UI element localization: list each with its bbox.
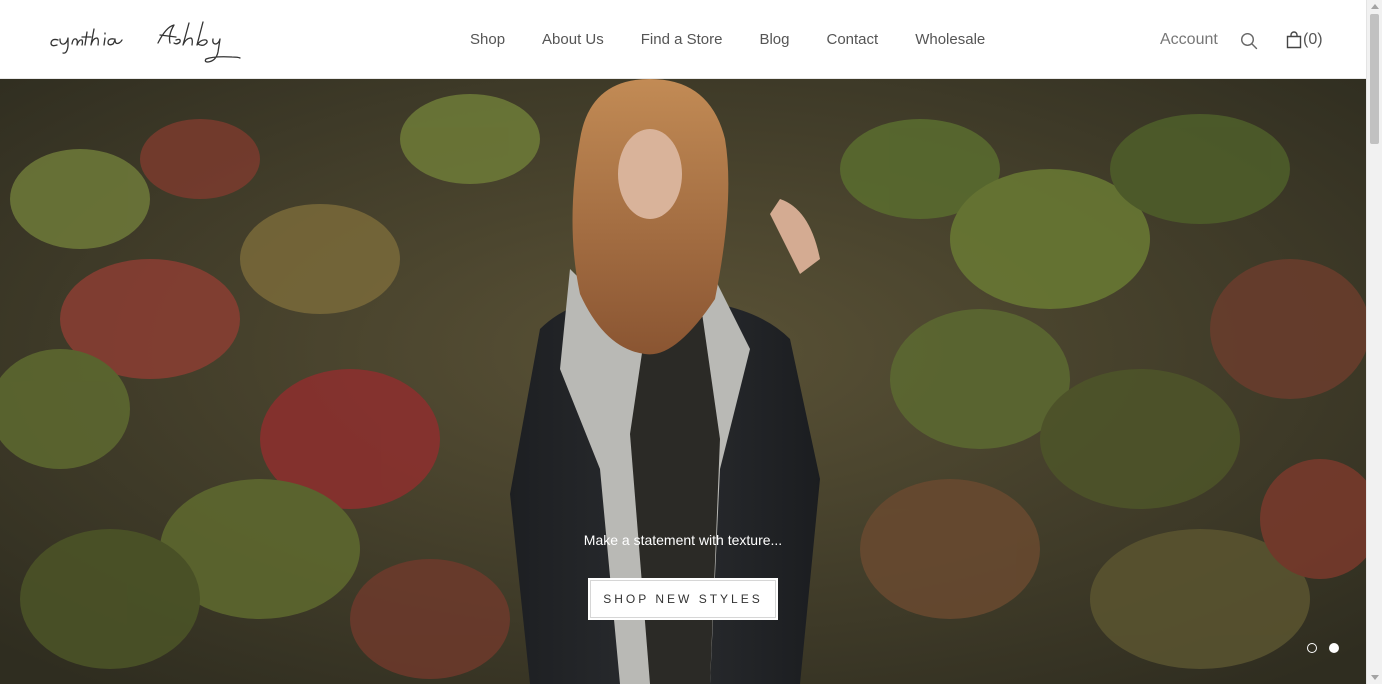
search-icon[interactable] — [1240, 32, 1258, 50]
signature-logo-icon — [50, 21, 241, 63]
scroll-up-arrow-icon[interactable] — [1371, 4, 1379, 9]
shop-new-styles-button[interactable]: SHOP NEW STYLES — [588, 578, 778, 620]
cart-count: (0) — [1303, 31, 1323, 48]
site-header: Shop About Us Find a Store Blog Contact … — [0, 0, 1366, 79]
page-scrollbar[interactable] — [1366, 0, 1382, 684]
hero-caption: Make a statement with texture... — [583, 532, 783, 548]
account-link[interactable]: Account — [1160, 30, 1218, 50]
nav-wholesale[interactable]: Wholesale — [915, 30, 985, 50]
slide-indicators — [1307, 643, 1339, 653]
nav-shop[interactable]: Shop — [470, 30, 505, 50]
shopping-bag-icon — [1286, 31, 1302, 49]
slide-dot-2[interactable] — [1329, 643, 1339, 653]
brand-logo[interactable] — [48, 18, 264, 64]
slide-dot-1[interactable] — [1307, 643, 1317, 653]
nav-about-us[interactable]: About Us — [542, 30, 604, 50]
nav-find-a-store[interactable]: Find a Store — [641, 30, 723, 50]
hero-slideshow: Make a statement with texture... SHOP NE… — [0, 79, 1366, 684]
nav-blog[interactable]: Blog — [759, 30, 789, 50]
main-nav: Shop About Us Find a Store Blog Contact … — [470, 30, 985, 50]
cart-button[interactable]: (0) — [1286, 29, 1323, 51]
scroll-down-arrow-icon[interactable] — [1371, 675, 1379, 680]
nav-contact[interactable]: Contact — [827, 30, 879, 50]
scroll-thumb[interactable] — [1370, 14, 1379, 144]
